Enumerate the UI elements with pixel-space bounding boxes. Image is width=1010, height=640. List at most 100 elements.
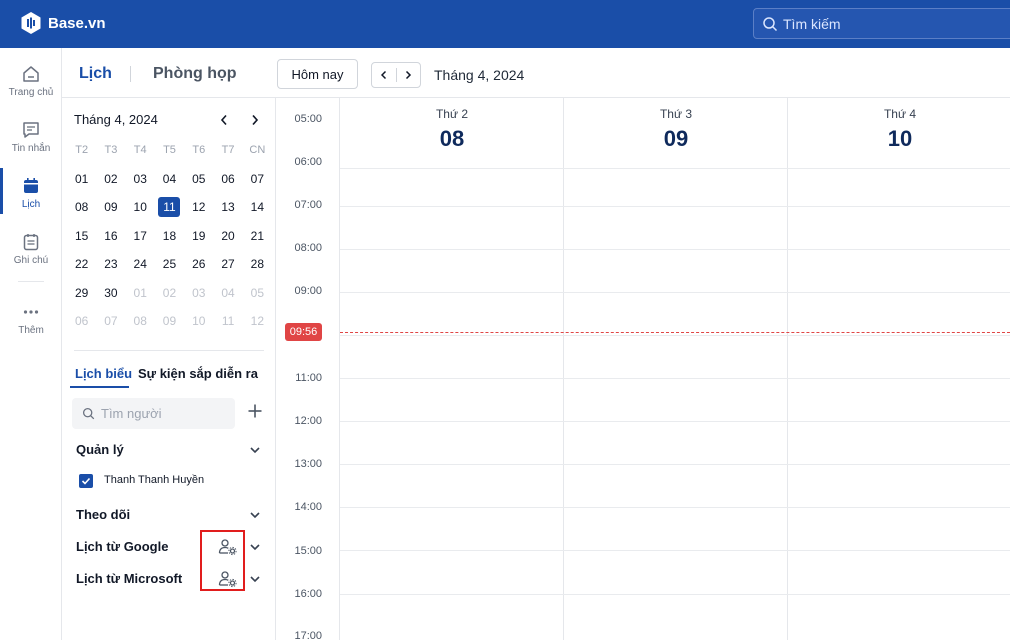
day-cell-other-month[interactable]: 08	[126, 314, 155, 328]
day-cell[interactable]: 01	[67, 172, 96, 186]
tab-meeting-rooms[interactable]: Phòng họp	[153, 65, 237, 83]
next-period-button[interactable]	[397, 63, 421, 87]
logo[interactable]: Base.vn	[21, 12, 106, 34]
today-button[interactable]: Hôm nay	[277, 59, 358, 89]
day-cell[interactable]: 06	[213, 172, 242, 186]
chevron-left-icon	[220, 114, 227, 126]
day-cell[interactable]: 07	[243, 172, 272, 186]
chevron-down-icon[interactable]	[248, 572, 262, 586]
day-cell[interactable]: 15	[67, 229, 96, 243]
mini-calendar-next-button[interactable]	[245, 110, 265, 130]
search-placeholder: Tìm kiếm	[783, 15, 841, 32]
top-bar: Base.vn Tìm kiếm	[0, 0, 1010, 48]
day-cell-other-month[interactable]: 09	[155, 314, 184, 328]
day-cell-other-month[interactable]: 02	[155, 286, 184, 300]
day-cell[interactable]: 16	[96, 229, 125, 243]
brand-name: Base.vn	[48, 14, 106, 32]
day-cell[interactable]: 14	[243, 200, 272, 214]
tab-divider	[130, 66, 131, 82]
day-cell[interactable]: 26	[184, 257, 213, 271]
chevron-down-icon[interactable]	[248, 443, 262, 457]
day-cell-other-month[interactable]: 10	[184, 314, 213, 328]
rail-item-more[interactable]: Thêm	[0, 302, 62, 336]
time-label: 15:00	[294, 545, 322, 557]
week-view: Thứ 2 08 Thứ 3 09 Thứ 4 10 05:00 06:00 0…	[276, 98, 1010, 640]
search-icon	[763, 16, 778, 31]
chevron-down-icon[interactable]	[248, 508, 262, 522]
day-cell[interactable]: 17	[126, 229, 155, 243]
hour-line	[340, 168, 1010, 169]
prev-period-button[interactable]	[372, 63, 396, 87]
rail-item-home[interactable]: Trang chủ	[0, 64, 62, 98]
weekday-label: T6	[192, 144, 206, 157]
message-icon	[23, 122, 39, 138]
day-cell[interactable]: 25	[155, 257, 184, 271]
day-header[interactable]: Thứ 2 08	[340, 98, 564, 168]
day-cell[interactable]: 12	[184, 200, 213, 214]
day-date: 08	[439, 126, 465, 151]
day-cell[interactable]: 28	[243, 257, 272, 271]
left-rail: Trang chủ Tin nhắn Lịch Ghi chú Thêm	[0, 48, 62, 640]
day-cell[interactable]: 10	[126, 200, 155, 214]
week-row: 22 23 24 25 26 27 28	[67, 250, 272, 279]
day-cell[interactable]: 08	[67, 200, 96, 214]
day-cell-other-month[interactable]: 05	[243, 286, 272, 300]
day-cell-other-month[interactable]: 03	[184, 286, 213, 300]
global-search-input[interactable]: Tìm kiếm	[753, 8, 1010, 39]
day-cell[interactable]: 03	[126, 172, 155, 186]
day-header[interactable]: Thứ 3 09	[564, 98, 788, 168]
day-cell[interactable]: 23	[96, 257, 125, 271]
day-cell-other-month[interactable]: 04	[213, 286, 242, 300]
day-header[interactable]: Thứ 4 10	[788, 98, 1010, 168]
add-person-button[interactable]	[245, 403, 265, 423]
day-cell[interactable]: 19	[184, 229, 213, 243]
day-name: Thứ 3	[659, 107, 693, 121]
time-label: 06:00	[294, 156, 322, 168]
group-google-label[interactable]: Lịch từ Google	[76, 539, 168, 554]
time-label: 11:00	[295, 372, 322, 384]
day-cell[interactable]: 27	[213, 257, 242, 271]
day-cell-selected[interactable]: 11	[155, 197, 184, 218]
people-search-input[interactable]: Tìm người	[72, 398, 235, 429]
group-microsoft-label[interactable]: Lịch từ Microsoft	[76, 571, 182, 586]
notes-icon	[23, 234, 39, 251]
time-label: 07:00	[294, 199, 322, 211]
mini-calendar-prev-button[interactable]	[214, 110, 234, 130]
tab-calendar[interactable]: Lịch	[79, 65, 112, 83]
more-icon	[23, 310, 39, 314]
day-cell-other-month[interactable]: 06	[67, 314, 96, 328]
day-cell[interactable]: 30	[96, 286, 125, 300]
rail-item-notes[interactable]: Ghi chú	[0, 232, 62, 266]
group-manage-label[interactable]: Quản lý	[76, 442, 124, 457]
day-cell[interactable]: 24	[126, 257, 155, 271]
week-row: 15 16 17 18 19 20 21	[67, 222, 272, 251]
day-cell[interactable]: 29	[67, 286, 96, 300]
rail-item-messages[interactable]: Tin nhắn	[0, 120, 62, 154]
day-cell-other-month[interactable]: 07	[96, 314, 125, 328]
member-checkbox[interactable]	[79, 474, 93, 488]
day-cell[interactable]: 13	[213, 200, 242, 214]
group-follow-label[interactable]: Theo dõi	[76, 507, 130, 522]
chevron-down-icon[interactable]	[248, 540, 262, 554]
chevron-right-icon	[252, 114, 259, 126]
day-cell-other-month[interactable]: 11	[213, 314, 242, 328]
day-cell[interactable]: 05	[184, 172, 213, 186]
day-cell[interactable]: 04	[155, 172, 184, 186]
weekday-label: T3	[104, 144, 118, 157]
day-cell[interactable]: 18	[155, 229, 184, 243]
current-period: Tháng 4, 2024	[434, 67, 525, 83]
rail-item-calendar[interactable]: Lịch	[0, 176, 62, 210]
day-cell[interactable]: 21	[243, 229, 272, 243]
day-cell[interactable]: 20	[213, 229, 242, 243]
day-cell[interactable]: 09	[96, 200, 125, 214]
day-date: 09	[663, 126, 689, 151]
day-cell[interactable]: 22	[67, 257, 96, 271]
hour-line	[340, 206, 1010, 207]
day-cell-other-month[interactable]: 01	[126, 286, 155, 300]
day-name: Thứ 2	[435, 107, 469, 121]
day-cell-other-month[interactable]: 12	[243, 314, 272, 328]
day-cell[interactable]: 02	[96, 172, 125, 186]
tab-upcoming-events[interactable]: Sự kiện sắp diễn ra	[138, 366, 258, 381]
tab-schedule[interactable]: Lịch biểu	[75, 366, 132, 381]
calendar-icon	[24, 178, 38, 193]
